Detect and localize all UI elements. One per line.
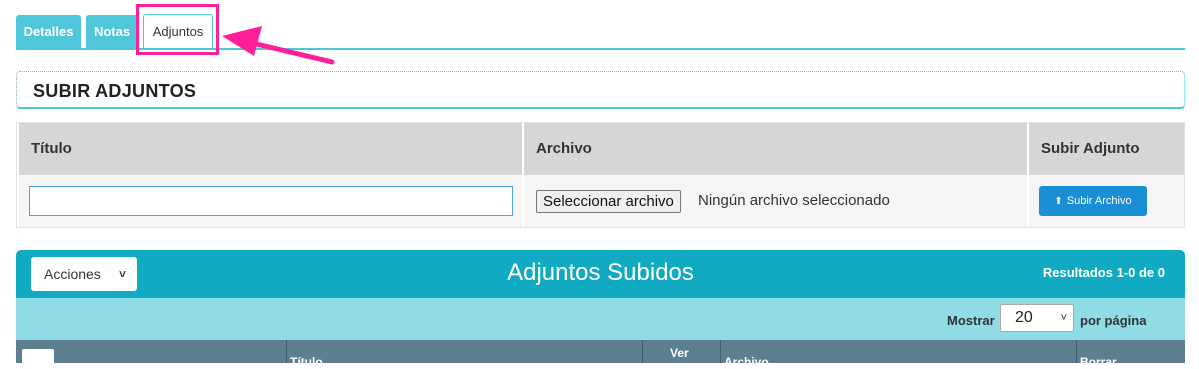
chevron-down-icon: ˅ bbox=[1060, 312, 1067, 324]
tab-detalles[interactable]: Detalles bbox=[16, 15, 81, 49]
column-divider bbox=[286, 340, 287, 363]
col-view-header[interactable]: Ver bbox=[670, 346, 689, 360]
col-title-header[interactable]: Título bbox=[290, 355, 323, 369]
col-file-header[interactable]: Archivo bbox=[724, 355, 769, 369]
upload-table: Título Archivo Subir Adjunto Seleccionar… bbox=[16, 122, 1185, 228]
file-status-text: Ningún archivo seleccionado bbox=[698, 192, 890, 209]
select-file-button[interactable]: Seleccionar archivo bbox=[536, 190, 681, 213]
upload-section-title: SUBIR ADJUNTOS bbox=[33, 81, 197, 101]
upload-row-file-cell: Seleccionar archivo Ningún archivo selec… bbox=[524, 175, 1027, 227]
attachments-panel-header: Acciones ˅ Adjuntos Subidos Resultados 1… bbox=[16, 250, 1185, 298]
attachments-panel-title: Adjuntos Subidos bbox=[507, 259, 694, 286]
attachments-table-header: Título Ver Archivo Borrar bbox=[16, 340, 1185, 369]
pointer-arrow-icon bbox=[222, 26, 335, 65]
per-page-value: 20 bbox=[1015, 309, 1033, 326]
upload-file-button-label: Subir Archivo bbox=[1066, 195, 1132, 207]
title-input[interactable] bbox=[29, 186, 513, 216]
upload-icon: ⬆ bbox=[1054, 196, 1063, 207]
column-divider bbox=[1076, 340, 1077, 363]
show-label: Mostrar bbox=[947, 313, 995, 328]
upload-col-submit-header: Subir Adjunto bbox=[1029, 123, 1184, 175]
col-delete-header[interactable]: Borrar bbox=[1080, 355, 1117, 369]
per-page-suffix: por página bbox=[1080, 313, 1147, 328]
highlight-box bbox=[136, 4, 219, 55]
upload-col-title-header: Título bbox=[19, 123, 522, 175]
upload-file-button[interactable]: ⬆ Subir Archivo bbox=[1039, 186, 1147, 216]
tab-notas[interactable]: Notas bbox=[86, 15, 138, 49]
column-divider bbox=[642, 340, 643, 363]
pagination-bar: Mostrar 20 ˅ por página bbox=[16, 298, 1185, 340]
results-count: Resultados 1-0 de 0 bbox=[1042, 265, 1165, 280]
upload-col-file-header: Archivo bbox=[524, 123, 1027, 175]
upload-row-submit-cell: ⬆ Subir Archivo bbox=[1029, 175, 1184, 227]
per-page-select[interactable]: 20 ˅ bbox=[1000, 304, 1074, 332]
column-divider bbox=[720, 340, 721, 363]
upload-section-header: SUBIR ADJUNTOS bbox=[16, 71, 1185, 109]
upload-row-title-cell bbox=[19, 175, 522, 227]
